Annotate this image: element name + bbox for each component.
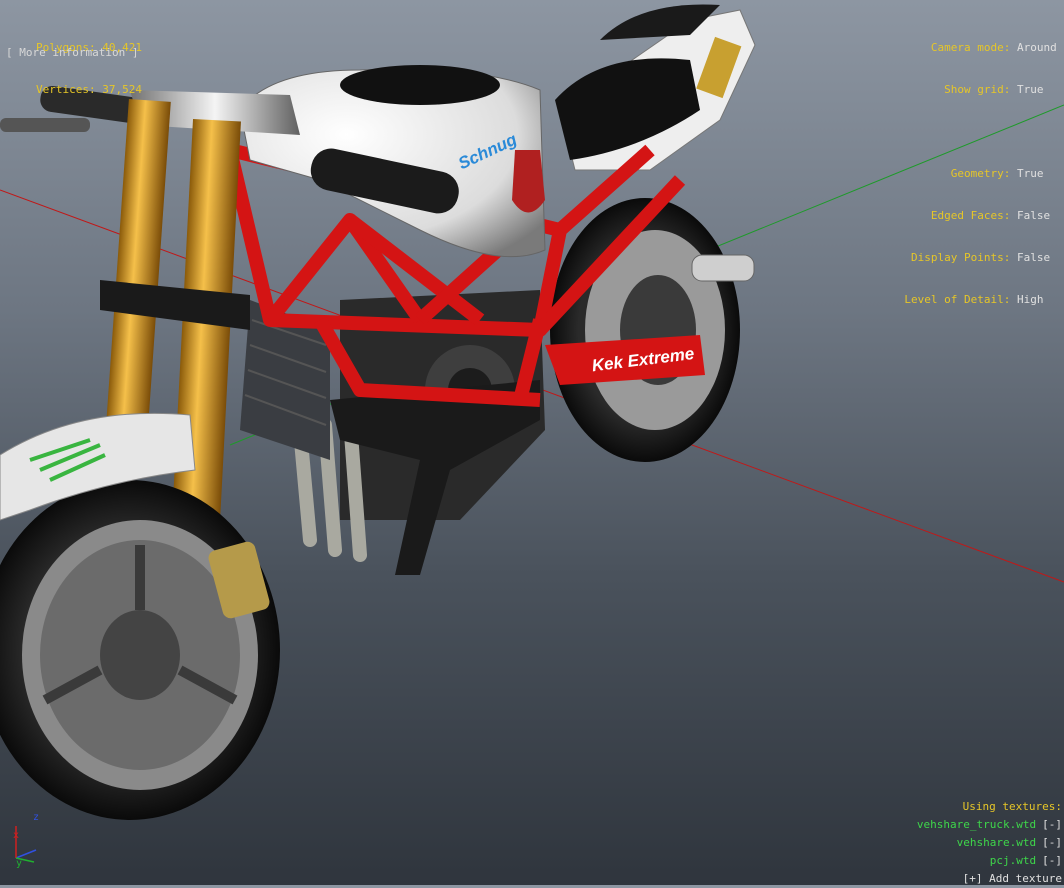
tank-crest — [512, 150, 545, 213]
show-grid-value: True — [1017, 83, 1044, 96]
model-stats-panel: Polygons: 40,421 Vertices: 37,524 — [6, 13, 142, 111]
setting-geometry[interactable]: Geometry: True — [904, 167, 1060, 181]
texture-name: pcj.wtd — [989, 854, 1037, 867]
vertices-label: Vertices: — [36, 83, 96, 96]
front-wheel — [0, 480, 280, 820]
level-of-detail-value: High — [1017, 293, 1044, 306]
texture-name: vehshare_truck.wtd — [916, 818, 1037, 831]
edged-faces-value: False — [1017, 209, 1051, 222]
remove-texture-button[interactable]: [-] — [1042, 854, 1062, 867]
setting-display-points[interactable]: Display Points: False — [904, 251, 1060, 265]
axis-gizmo-icon: z x y — [13, 812, 39, 868]
view-settings-panel: Camera mode: Around Show grid: True Geom… — [904, 13, 1060, 321]
texture-name: vehshare.wtd — [956, 836, 1037, 849]
texture-item: pcj.wtd [-] — [917, 852, 1062, 870]
gizmo-z-label: z — [33, 812, 39, 823]
more-information-link[interactable]: [ More information ] — [6, 46, 138, 60]
texture-item: vehshare_truck.wtd [-] — [917, 816, 1062, 834]
setting-show-grid[interactable]: Show grid: True — [904, 83, 1060, 97]
remove-texture-button[interactable]: [-] — [1042, 836, 1062, 849]
setting-level-of-detail[interactable]: Level of Detail: High — [904, 293, 1060, 307]
remove-texture-button[interactable]: [-] — [1042, 818, 1062, 831]
rear-wheel — [550, 198, 740, 462]
exhaust-tip — [691, 254, 755, 282]
textures-title: Using textures: — [962, 800, 1062, 813]
camera-mode-value: Around — [1017, 41, 1057, 54]
vertices-value: 37,524 — [102, 83, 142, 96]
gizmo-x-label: x — [13, 830, 19, 841]
gizmo-y-label: y — [16, 858, 22, 868]
display-points-value: False — [1017, 251, 1051, 264]
setting-edged-faces[interactable]: Edged Faces: False — [904, 209, 1060, 223]
setting-camera-mode[interactable]: Camera mode: Around — [904, 41, 1060, 55]
textures-panel: Using textures: vehshare_truck.wtd [-] ve… — [917, 798, 1062, 888]
geometry-value: True — [1017, 167, 1044, 180]
add-texture-button[interactable]: [+] Add texture — [917, 870, 1062, 888]
texture-item: vehshare.wtd [-] — [917, 834, 1062, 852]
